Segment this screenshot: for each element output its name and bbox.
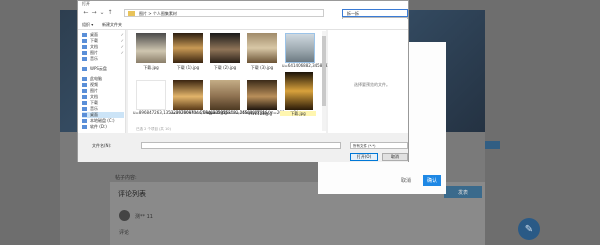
sidebar-item-label: 软件 (D:) bbox=[90, 124, 107, 129]
music-icon bbox=[82, 57, 87, 61]
sidebar-item-wps-cloud[interactable]: WPS云盘 bbox=[82, 66, 124, 72]
file-name: 下载.jpg bbox=[280, 111, 316, 116]
modal-cancel-button[interactable]: 取消 bbox=[397, 175, 415, 186]
sidebar-item-drive-d[interactable]: 软件 (D:) bbox=[82, 124, 124, 130]
drive-icon bbox=[82, 125, 87, 129]
folder-icon bbox=[128, 11, 135, 16]
file-list-scrollbar[interactable] bbox=[322, 31, 326, 131]
selection-hint: 已选 2 个项目 (共 10) bbox=[136, 127, 171, 131]
video-icon bbox=[82, 83, 87, 87]
preview-hint: 选择要预览的文件。 bbox=[354, 82, 390, 87]
file-list: 下载.jpg 下载 (1).jpg 下载 (2).jpg 下载 (3).jpg … bbox=[128, 30, 376, 133]
file-thumbnail[interactable] bbox=[210, 80, 240, 110]
file-open-dialog: 打开 ← → ⌄ ↑ 图片 > 个人图集素材 拆一拆 没有与搜索条件匹配的项。 … bbox=[77, 0, 409, 162]
forward-icon[interactable]: → bbox=[90, 9, 98, 17]
file-name: 11111.jpg bbox=[251, 111, 273, 116]
file-name: u=2039562132,1456802731&fm=26&gp=0.jpg bbox=[207, 110, 304, 115]
file-thumbnail[interactable] bbox=[247, 33, 277, 63]
computer-icon bbox=[82, 77, 87, 81]
cancel-button[interactable]: 取消 bbox=[382, 153, 408, 161]
picture-icon bbox=[82, 89, 87, 93]
navigation-pane: 桌面 ✓ 下载 ✓ 文档 ✓ 图片 ✓ 音乐 WPS云盘 此电脑 视频 图片 文档 下载… bbox=[78, 30, 126, 133]
cloud-icon bbox=[82, 67, 87, 71]
document-icon bbox=[82, 45, 87, 49]
file-thumbnail[interactable] bbox=[210, 33, 240, 63]
file-thumbnail[interactable] bbox=[247, 80, 277, 110]
file-thumbnail[interactable] bbox=[136, 33, 166, 63]
file-name: u=896847263,1353286286&fm=26&gp=0.jpg bbox=[133, 110, 227, 115]
edit-icon[interactable]: ✎ bbox=[518, 218, 540, 240]
desktop-icon bbox=[82, 33, 87, 37]
modal-ok-button[interactable]: 确认 bbox=[423, 175, 441, 186]
post-button[interactable]: 发表 bbox=[444, 186, 482, 198]
sidebar-item-music[interactable]: 音乐 bbox=[82, 56, 124, 62]
address-bar[interactable]: 图片 > 个人图集素材 bbox=[124, 9, 324, 17]
download-icon bbox=[82, 39, 87, 43]
sidebar-item-label: WPS云盘 bbox=[90, 66, 107, 71]
picture-icon bbox=[82, 51, 87, 55]
dialog-toolbar: 组织 ▾ 新建文件夹 bbox=[78, 19, 408, 30]
preview-pane: 选择要预览的文件。 bbox=[328, 30, 408, 133]
comment-list-title: 评论列表 bbox=[118, 190, 146, 198]
file-thumbnail[interactable] bbox=[285, 33, 315, 63]
address-path: 图片 > 个人图集素材 bbox=[139, 11, 177, 16]
file-name: 下载 (3).jpg bbox=[250, 65, 274, 70]
scroll-thumb[interactable] bbox=[322, 36, 326, 106]
post-content-label: 帖子内容: bbox=[115, 175, 137, 181]
comment-user: 测** 11 bbox=[135, 214, 153, 220]
accent-strip bbox=[485, 141, 500, 149]
file-thumbnail[interactable] bbox=[173, 80, 203, 110]
avatar bbox=[119, 210, 130, 221]
desktop-icon bbox=[82, 113, 87, 117]
file-thumbnail[interactable] bbox=[136, 80, 166, 110]
file-name: u=641406882,3458983876&fm=26&gp=0.jpg bbox=[282, 63, 376, 68]
comment-text: 评论 bbox=[119, 230, 130, 236]
document-icon bbox=[82, 95, 87, 99]
download-icon bbox=[82, 101, 87, 105]
new-folder-button[interactable]: 新建文件夹 bbox=[102, 22, 122, 28]
open-button[interactable]: 打开(O) bbox=[350, 153, 378, 161]
drive-icon bbox=[82, 119, 87, 123]
file-name: 下载 (2).jpg bbox=[213, 65, 237, 70]
dialog-footer: 文件名(N): 所有文件 (*.*) 打开(O) 取消 bbox=[78, 133, 408, 162]
filename-field[interactable] bbox=[141, 142, 341, 149]
file-thumbnail[interactable] bbox=[285, 72, 313, 110]
file-name: 下载.jpg bbox=[143, 65, 159, 70]
filetype-select[interactable]: 所有文件 (*.*) bbox=[350, 142, 408, 149]
chevron-down-icon[interactable]: ⌄ bbox=[98, 9, 106, 17]
search-input[interactable]: 拆一拆 bbox=[342, 9, 408, 17]
file-thumbnail[interactable] bbox=[173, 33, 203, 63]
back-icon[interactable]: ← bbox=[82, 9, 90, 17]
filename-label: 文件名(N): bbox=[92, 143, 112, 148]
organize-button[interactable]: 组织 ▾ bbox=[82, 22, 93, 28]
file-name: u=3976097344,1946935075&fm=26&gp=0.jpg bbox=[170, 110, 267, 115]
music-icon bbox=[82, 107, 87, 111]
sidebar-item-label: 音乐 bbox=[90, 56, 98, 61]
file-name: 下载 (1).jpg bbox=[176, 65, 200, 70]
up-icon[interactable]: ↑ bbox=[106, 9, 114, 17]
